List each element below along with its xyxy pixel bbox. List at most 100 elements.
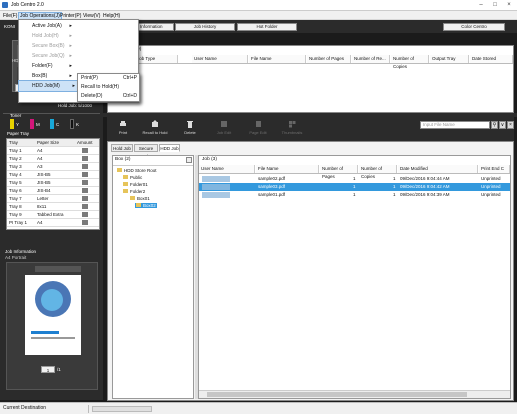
submenu-item-recall-to-hold[interactable]: Recall to Hold(H) — [78, 83, 140, 92]
paper-tray-row[interactable]: Tray 7 Letter — [7, 195, 99, 203]
paper-tray-header: Tray Paper Size Amount — [7, 139, 99, 147]
menu-item-hold-job[interactable]: Hold Job(H) ▸ — [19, 31, 138, 41]
top-button-bar: Printer Information Job History Hot Fold… — [103, 20, 517, 33]
paper-amount-icon — [82, 180, 88, 185]
paper-tray-row[interactable]: Tray 8 8x11 — [7, 203, 99, 211]
tree-node-folder01[interactable]: Folder01 — [123, 182, 148, 187]
paper-amount-icon — [82, 212, 88, 217]
trash-icon — [187, 121, 193, 128]
file-name-search-input[interactable]: Input File Name — [420, 121, 490, 129]
job-edit-tool-button[interactable]: Job Edit — [211, 120, 237, 140]
submenu-item-print[interactable]: Print(P) Ctrl+P — [78, 74, 140, 83]
tab-hold-job[interactable]: Hold Job — [111, 144, 133, 152]
close-icon[interactable]: × — [504, 1, 514, 9]
menu-item-secure-job[interactable]: Secure Job(Q) ▸ — [19, 51, 138, 61]
thumbnail-icon — [289, 121, 296, 128]
recall-to-hold-tool-button[interactable]: Recall to Hold — [142, 120, 168, 140]
job-row-selected[interactable]: sample03.pdf 1 1 09/Dec/2016 9:04:42 AM … — [199, 183, 510, 191]
minimize-icon[interactable]: – — [476, 1, 486, 9]
recall-icon — [152, 120, 158, 127]
paper-tray-row[interactable]: Tray 6 JIS-B4 — [7, 187, 99, 195]
window-title: Job Centro 2.0 — [11, 2, 44, 8]
tab-secure-job[interactable]: Secure Job — [134, 144, 158, 159]
hot-folder-button[interactable]: Hot Folder — [237, 23, 297, 31]
tree-node-box01[interactable]: Box01 — [130, 196, 150, 201]
app-icon — [2, 2, 8, 8]
toner-gauges: Y M C K — [10, 119, 98, 131]
paper-amount-icon — [82, 164, 88, 169]
box-options-icon[interactable] — [186, 157, 192, 163]
scrollbar-thumb[interactable] — [207, 392, 467, 397]
active-job-header: Status Job Type User Name File Name Numb… — [109, 55, 513, 69]
folder-icon — [123, 189, 128, 193]
paper-amount-icon — [82, 188, 88, 193]
paper-amount-icon — [82, 156, 88, 161]
job-row[interactable]: sample01.pdf 1 1 09/Dec/2016 9:04:39 AM … — [199, 191, 510, 199]
user-name-blurred — [202, 192, 230, 198]
printer-icon — [120, 121, 126, 126]
menu-item-hdd-job[interactable]: HDD Job(M) ▸ — [18, 80, 78, 92]
paper-tray-row[interactable]: Tray 3 A3 — [7, 163, 99, 171]
title-bar: Job Centro 2.0 – □ × — [0, 0, 517, 11]
color-centro-button[interactable]: Color Centro — [443, 23, 505, 31]
chevron-down-icon[interactable]: ∨ — [499, 121, 506, 129]
tab-strip: Hold Job Secure Job HDD Job — [108, 144, 515, 159]
paper-amount-icon — [82, 148, 88, 153]
job-preview-panel: 1 /1 — [6, 262, 98, 390]
paper-tray-row[interactable]: Tray 1 A4 — [7, 147, 99, 155]
paper-tray-label: Paper Tray — [7, 131, 30, 136]
paper-amount-icon — [82, 220, 88, 225]
paper-amount-icon — [82, 204, 88, 209]
tree-node-folder2[interactable]: Folder2 — [123, 189, 145, 194]
box-tree-panel: Box (2) HDD Store Root Public Folder01 F… — [112, 155, 194, 399]
menu-item-secure-box[interactable]: Secure Box(B) ▸ — [19, 41, 138, 51]
thumbnails-tool-button[interactable]: Thumbnails — [279, 120, 305, 140]
page-total: /1 — [57, 367, 61, 372]
close-search-icon[interactable]: × — [507, 121, 514, 129]
job-info-sub: A4 Portrait — [5, 255, 27, 260]
preview-toolbar — [35, 266, 81, 272]
box-title: Box (2) — [115, 157, 131, 162]
toner-m — [30, 119, 34, 129]
toner-c — [50, 119, 54, 129]
toner-y — [10, 119, 14, 129]
menu-file[interactable]: File(F) — [3, 13, 17, 19]
job-tabs-panel: Hold Job Secure Job HDD Job Box (2) HDD … — [107, 141, 514, 401]
edit-icon — [221, 121, 227, 127]
tree-node-root[interactable]: HDD Store Root — [117, 168, 157, 173]
paper-tray-row[interactable]: PI Tray 1 A4 — [7, 219, 99, 227]
user-name-blurred — [202, 184, 230, 190]
job-history-button[interactable]: Job History — [175, 23, 235, 31]
page-edit-icon — [256, 121, 261, 127]
tree-node-public[interactable]: Public — [123, 175, 142, 180]
job-list-panel: Job (3) User Name File Name Number of Pa… — [198, 155, 511, 399]
toner-label: Toner — [10, 113, 22, 118]
print-tool-button[interactable]: Print — [110, 120, 136, 140]
device-name: KONI — [4, 24, 16, 29]
paper-tray-table: Tray Paper Size Amount Tray 1 A4 Tray 2 A4… — [6, 138, 100, 230]
maximize-icon[interactable]: □ — [490, 1, 500, 9]
tree-node-box02[interactable]: Box02 — [135, 203, 157, 208]
search-icon[interactable]: ⚲ — [491, 121, 498, 129]
delete-tool-button[interactable]: Delete — [177, 120, 203, 140]
folder-icon — [123, 175, 128, 179]
menu-item-folder[interactable]: Folder(F) ▸ — [19, 61, 138, 71]
active-job-panel: Active Job (0) Status Job Type User Name… — [107, 45, 514, 113]
horizontal-scrollbar[interactable] — [199, 390, 510, 398]
submenu-item-delete[interactable]: Delete(D) Ctrl+D — [78, 92, 140, 101]
job-list-header: User Name File Name Number of Pages Numb… — [199, 165, 510, 179]
page-edit-tool-button[interactable]: Page Edit — [245, 120, 271, 140]
hdd-job-submenu: Print(P) Ctrl+P Recall to Hold(H) Delete(… — [77, 73, 140, 102]
job-row[interactable]: sample02.pdf 1 1 09/Dec/2016 9:04:44 AM … — [199, 175, 510, 183]
toner-k — [70, 119, 74, 129]
page-number-input[interactable]: 1 — [41, 366, 55, 373]
paper-tray-row[interactable]: Tray 5 JIS-B5 — [7, 179, 99, 187]
paper-tray-row[interactable]: Tray 4 JIS-B5 — [7, 171, 99, 179]
menu-item-active-job[interactable]: Active Job(A) ▸ — [19, 21, 138, 31]
page-thumbnail — [25, 275, 81, 355]
paper-tray-row[interactable]: Tray 9 Tabbed Extra — [7, 211, 99, 219]
paper-tray-row[interactable]: Tray 2 A4 — [7, 155, 99, 163]
job-info-label: Job Information — [5, 249, 37, 254]
user-name-blurred — [202, 176, 230, 182]
tab-hdd-job[interactable]: HDD Job — [159, 144, 180, 152]
